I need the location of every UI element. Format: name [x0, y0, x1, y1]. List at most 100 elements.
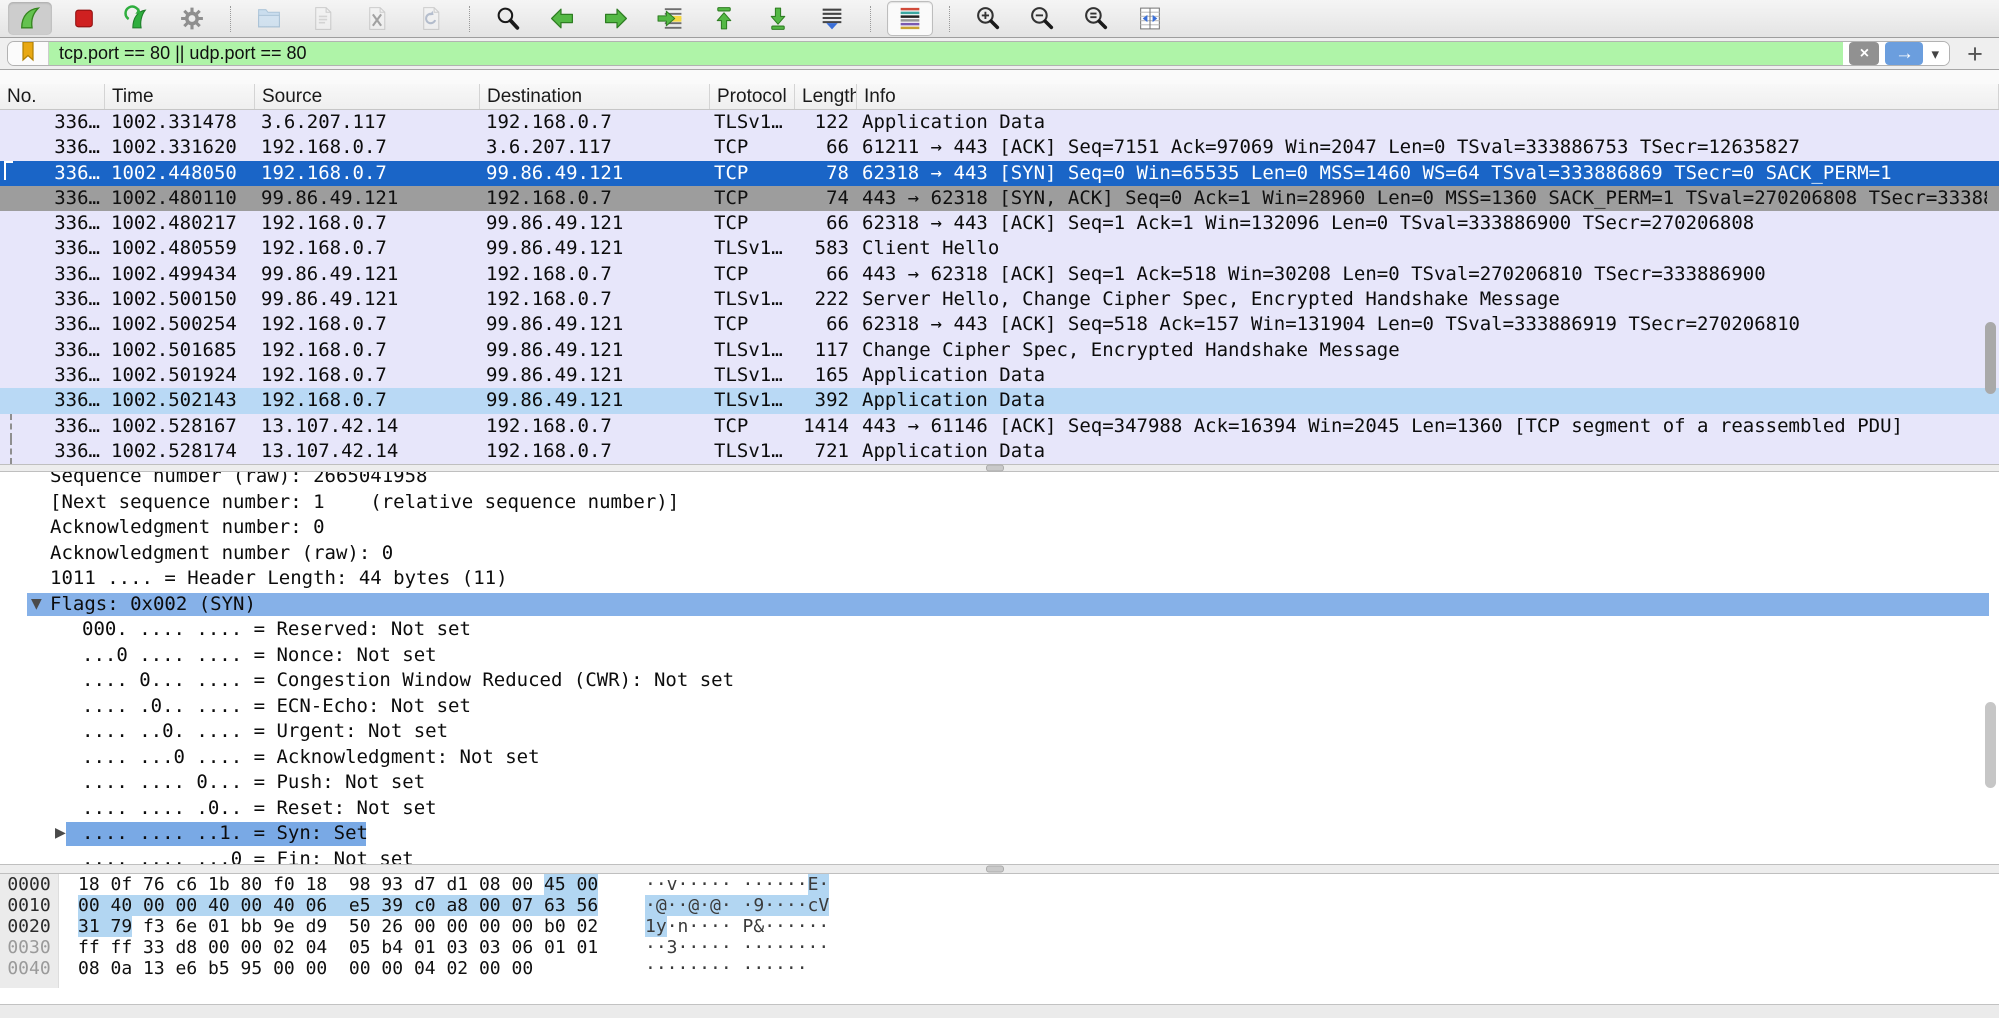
filter-input-area[interactable]: tcp.port == 80 || udp.port == 80 [49, 42, 1843, 65]
cell-source: 192.168.0.7 [261, 388, 479, 413]
cell-source: 192.168.0.7 [261, 236, 479, 261]
packet-row[interactable]: 336…1002.52816713.107.42.14192.168.0.7TC… [0, 414, 1999, 439]
reload-file-button[interactable] [409, 2, 453, 35]
column-header-destination[interactable]: Destination [480, 84, 710, 109]
auto-scroll-button[interactable] [810, 2, 854, 35]
resize-columns-button[interactable] [1128, 2, 1172, 35]
filter-add-button[interactable]: + [1959, 38, 1991, 70]
details-scrollbar-thumb[interactable] [1985, 702, 1996, 788]
filter-apply-button[interactable]: → [1885, 42, 1923, 65]
packet-row[interactable]: 336…1002.501685192.168.0.799.86.49.121TL… [0, 338, 1999, 363]
display-filter-field[interactable]: tcp.port == 80 || udp.port == 80 × → ▾ [7, 41, 1950, 66]
zoom-reset-button[interactable] [1074, 2, 1118, 35]
packet-row[interactable]: 336…1002.448050192.168.0.799.86.49.121TC… [0, 161, 1999, 186]
column-header-length[interactable]: Length [795, 84, 857, 109]
detail-line[interactable]: Acknowledgment number (raw): 0 [0, 541, 1999, 567]
cell-no: 336… [0, 211, 100, 236]
open-file-button[interactable] [247, 2, 291, 35]
capture-options-button[interactable] [170, 2, 214, 35]
go-back-button[interactable] [540, 2, 584, 35]
packet-row[interactable]: 336…1002.480217192.168.0.799.86.49.121TC… [0, 211, 1999, 236]
packet-row[interactable]: 336…1002.48011099.86.49.121192.168.0.7TC… [0, 186, 1999, 211]
detail-line[interactable]: 000. .... .... = Reserved: Not set [0, 617, 1999, 643]
hex-row[interactable]: 001000 40 00 00 40 00 40 06 e5 39 c0 a8 … [0, 895, 1999, 916]
detail-line[interactable]: ...0 .... .... = Nonce: Not set [0, 643, 1999, 669]
hex-row[interactable]: 004008 0a 13 e6 b5 95 00 00 00 00 04 02 … [0, 958, 1999, 979]
stop-capture-button[interactable] [62, 2, 106, 35]
detail-line[interactable]: .... ..0. .... = Urgent: Not set [0, 719, 1999, 745]
colorize-packets-button[interactable] [887, 1, 933, 36]
detail-line[interactable]: Sequence number (raw): 2665041958 [0, 472, 1999, 490]
zoom-in-button[interactable] [966, 2, 1010, 35]
packet-details-pane: Sequence number (raw): 2665041958[Next s… [0, 472, 1999, 864]
packet-row[interactable]: 336…1002.331620192.168.0.73.6.207.117TCP… [0, 135, 1999, 160]
detail-line[interactable]: [Next sequence number: 1 (relative seque… [0, 490, 1999, 516]
cell-source: 99.86.49.121 [261, 287, 479, 312]
filter-input-value[interactable]: tcp.port == 80 || udp.port == 80 [59, 43, 307, 64]
packet-row[interactable]: 336…1002.52817413.107.42.14192.168.0.7TL… [0, 439, 1999, 464]
detail-line[interactable]: 1011 .... = Header Length: 44 bytes (11) [0, 566, 1999, 592]
detail-line[interactable]: .... .... .0.. = Reset: Not set [0, 796, 1999, 822]
detail-line[interactable]: .... 0... .... = Congestion Window Reduc… [0, 668, 1999, 694]
header-gap-strip [0, 70, 1999, 84]
cell-source: 13.107.42.14 [261, 414, 479, 439]
cell-destination: 192.168.0.7 [486, 287, 708, 312]
detail-line[interactable]: .... .0.. .... = ECN-Echo: Not set [0, 694, 1999, 720]
detail-line-text: Acknowledgment number (raw): 0 [0, 542, 393, 564]
cell-destination: 99.86.49.121 [486, 211, 708, 236]
close-file-button[interactable] [355, 2, 399, 35]
cell-info: Application Data [862, 388, 1987, 413]
column-header-time[interactable]: Time [105, 84, 255, 109]
column-header-source[interactable]: Source [255, 84, 480, 109]
find-packet-button[interactable] [486, 2, 530, 35]
cell-destination: 99.86.49.121 [486, 161, 708, 186]
detail-line[interactable]: .... ...0 .... = Acknowledgment: Not set [0, 745, 1999, 771]
cell-time: 1002.500150 [111, 287, 253, 312]
go-last-packet-button[interactable] [756, 2, 800, 35]
hex-row[interactable]: 0030ff ff 33 d8 00 00 02 04 05 b4 01 03 … [0, 937, 1999, 958]
capture-options-icon [178, 5, 206, 32]
packet-row[interactable]: 336…1002.3314783.6.207.117192.168.0.7TLS… [0, 110, 1999, 135]
pane-splitter-bottom[interactable] [0, 864, 1999, 874]
packet-row[interactable]: 336…1002.49943499.86.49.121192.168.0.7TC… [0, 262, 1999, 287]
hex-row[interactable]: 002031 79 f3 6e 01 bb 9e d9 50 26 00 00 … [0, 916, 1999, 937]
filter-dropdown-caret[interactable]: ▾ [1929, 45, 1941, 63]
hex-offset: 0030 [0, 937, 58, 958]
detail-line[interactable]: ▼Flags: 0x002 (SYN) [0, 592, 1999, 618]
hex-offset: 0000 [0, 874, 58, 895]
splitter-handle-icon[interactable] [986, 465, 1004, 472]
detail-line[interactable]: ▶.... .... ..1. = Syn: Set [0, 821, 1999, 847]
restart-capture-button[interactable] [116, 2, 160, 35]
packet-row[interactable]: 336…1002.501924192.168.0.799.86.49.121TL… [0, 363, 1999, 388]
column-header-protocol[interactable]: Protocol [710, 84, 795, 109]
go-last-packet-icon [764, 5, 792, 32]
detail-line[interactable]: .... .... ...0 = Fin: Not set [0, 847, 1999, 865]
hex-row[interactable]: 000018 0f 76 c6 1b 80 f0 18 98 93 d7 d1 … [0, 874, 1999, 895]
column-header-info[interactable]: Info [857, 84, 1999, 109]
cell-destination: 99.86.49.121 [486, 236, 708, 261]
splitter-handle-icon[interactable] [986, 866, 1004, 873]
go-forward-icon [602, 5, 630, 32]
filter-bookmark-button[interactable] [8, 42, 49, 65]
detail-line[interactable]: Acknowledgment number: 0 [0, 515, 1999, 541]
start-capture-button[interactable] [8, 2, 52, 35]
packet-row[interactable]: 336…1002.502143192.168.0.799.86.49.121TL… [0, 388, 1999, 413]
column-header-no[interactable]: No. [0, 84, 105, 109]
packet-row[interactable]: 336…1002.480559192.168.0.799.86.49.121TL… [0, 236, 1999, 261]
packet-row[interactable]: 336…1002.50015099.86.49.121192.168.0.7TL… [0, 287, 1999, 312]
pane-splitter-top[interactable] [0, 464, 1999, 472]
save-file-button[interactable] [301, 2, 345, 35]
conversation-first-marker-icon [4, 161, 13, 180]
zoom-out-button[interactable] [1020, 2, 1064, 35]
cell-source: 192.168.0.7 [261, 363, 479, 388]
detail-line[interactable]: .... .... 0... = Push: Not set [0, 770, 1999, 796]
packet-row[interactable]: 336…1002.500254192.168.0.799.86.49.121TC… [0, 312, 1999, 337]
cell-no: 336… [0, 135, 100, 160]
go-to-packet-button[interactable] [648, 2, 692, 35]
packet-list-scrollbar-thumb[interactable] [1985, 322, 1996, 394]
go-forward-button[interactable] [594, 2, 638, 35]
go-first-packet-button[interactable] [702, 2, 746, 35]
cell-destination: 3.6.207.117 [486, 135, 708, 160]
cell-length: 1414 [791, 414, 849, 439]
filter-clear-button[interactable]: × [1849, 42, 1879, 65]
